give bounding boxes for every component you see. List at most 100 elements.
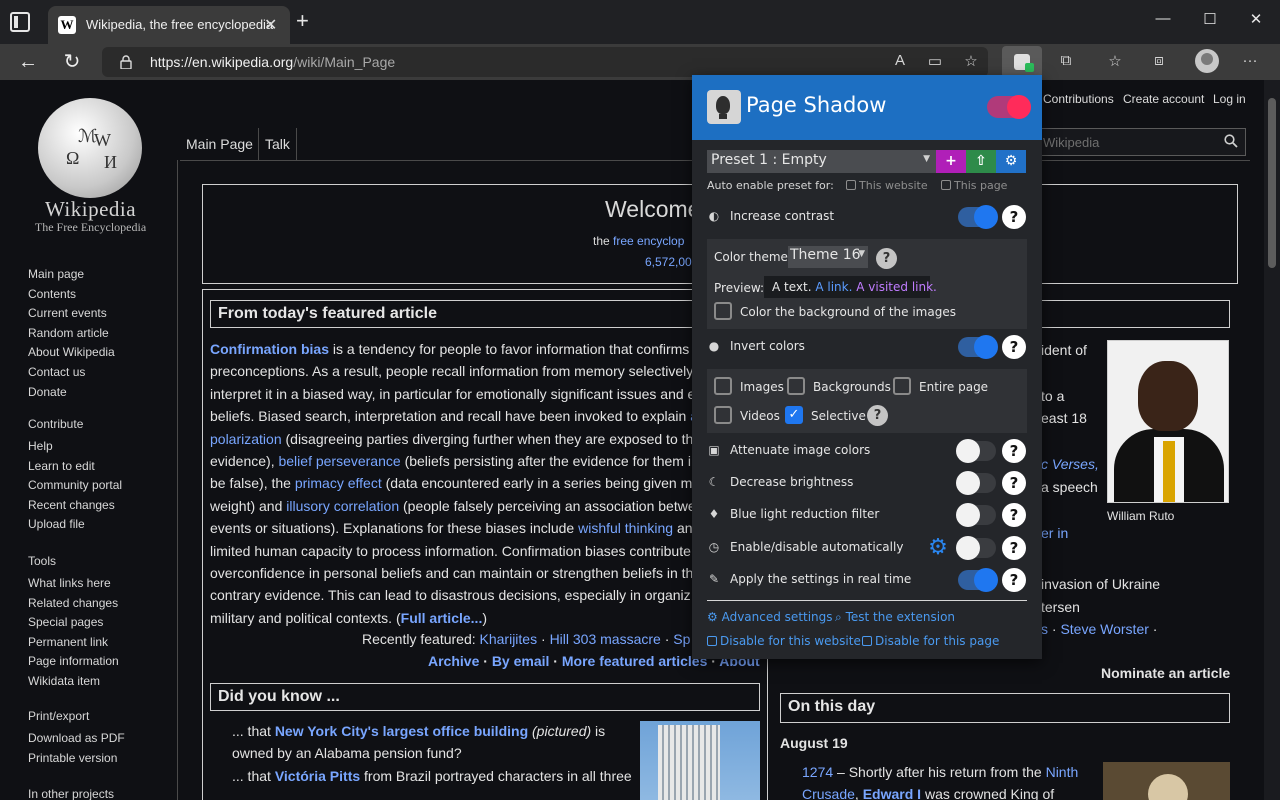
top-link-log-in[interactable]: Log in <box>1213 92 1246 106</box>
color-theme-select[interactable]: Theme 16 ▼ <box>788 246 868 268</box>
disable-page-link[interactable]: Disable for this page <box>862 634 999 648</box>
top-link-contributions[interactable]: Contributions <box>1043 92 1114 106</box>
tab-main-page[interactable]: Main Page <box>180 128 259 160</box>
edward-i-link[interactable]: Edward I <box>863 786 921 800</box>
master-enable-toggle[interactable] <box>987 95 1031 119</box>
more-featured-link[interactable]: More featured articles <box>562 653 708 669</box>
advanced-settings-link[interactable]: ⚙ Advanced settings <box>707 610 833 624</box>
new-tab-icon[interactable]: + <box>296 9 309 33</box>
tab-close-icon[interactable]: ✕ <box>264 15 277 35</box>
invert-colors-help-icon[interactable]: ? <box>1002 335 1026 359</box>
confirmation-bias-link[interactable]: Confirmation bias <box>210 341 329 357</box>
more-menu-icon[interactable]: ··· <box>1238 52 1262 69</box>
sidebar-link-upload-file[interactable]: Upload file <box>28 515 122 535</box>
by-email-link[interactable]: By email <box>492 653 550 669</box>
victoria-pitts-link[interactable]: Victória Pitts <box>275 768 360 784</box>
blue-light-toggle[interactable] <box>956 503 996 527</box>
invert-entire-page-checkbox[interactable] <box>893 377 911 395</box>
url-field[interactable]: https://en.wikipedia.org/wiki/Main_Page <box>102 47 988 77</box>
sidebar-link-page-information[interactable]: Page information <box>28 652 119 672</box>
sidebar-link-related-changes[interactable]: Related changes <box>28 594 119 614</box>
news-fragment-6-text[interactable]: er in <box>1041 525 1068 541</box>
extensions-icon[interactable]: ⧉ <box>1054 52 1078 69</box>
color-theme-help-icon[interactable]: ? <box>876 248 897 269</box>
disable-website-link[interactable]: Disable for this website <box>707 634 861 648</box>
on-this-day-image[interactable] <box>1103 762 1230 800</box>
minimize-icon[interactable]: — <box>1143 10 1183 27</box>
increase-contrast-toggle[interactable] <box>958 205 998 229</box>
scrollbar-thumb[interactable] <box>1268 98 1276 268</box>
nyc-office-building-link[interactable]: New York City's largest office building <box>275 723 528 739</box>
maximize-icon[interactable]: ☐ <box>1190 10 1230 28</box>
color-bg-images-checkbox[interactable] <box>714 302 732 320</box>
sidebar-link-learn-to-edit[interactable]: Learn to edit <box>28 457 122 477</box>
year-1274-link[interactable]: 1274 <box>802 764 833 780</box>
invert-images-checkbox[interactable] <box>714 377 732 395</box>
wiki-search-input[interactable]: Wikipedia <box>1030 128 1246 156</box>
sidebar-link-recent-changes[interactable]: Recent changes <box>28 496 122 516</box>
auto-enable-website-checkbox[interactable]: This website <box>846 179 928 192</box>
sidebar-link-donate[interactable]: Donate <box>28 383 115 403</box>
top-link-create-account[interactable]: Create account <box>1123 92 1204 106</box>
recent-link-hill-303[interactable]: Hill 303 massacre <box>550 631 661 647</box>
sidebar-link-main-page[interactable]: Main page <box>28 265 115 285</box>
sidebar-link-contents[interactable]: Contents <box>28 285 115 305</box>
steve-worster-link[interactable]: Steve Worster <box>1060 621 1148 637</box>
ninth-crusade-link[interactable]: Ninth <box>1046 764 1079 780</box>
sidebar-link-about[interactable]: About Wikipedia <box>28 343 115 363</box>
on-this-day-date-link[interactable]: August 19 <box>780 735 848 751</box>
sidebar-link-what-links-here[interactable]: What links here <box>28 574 119 594</box>
william-ruto-photo[interactable] <box>1107 340 1229 503</box>
favorites-icon[interactable]: ☆ <box>1103 52 1127 70</box>
crusade-link[interactable]: Crusade <box>802 786 855 800</box>
decrease-brightness-toggle[interactable] <box>956 471 996 495</box>
news-fragment-1[interactable]: ident of <box>1041 342 1087 358</box>
browser-tab[interactable]: W Wikipedia, the free encyclopedia ✕ <box>48 6 290 44</box>
add-favorite-icon[interactable]: ☆ <box>959 52 983 70</box>
realtime-toggle[interactable] <box>958 568 998 592</box>
polarization-link[interactable]: polarization <box>210 431 282 447</box>
preset-settings-button[interactable]: ⚙ <box>996 150 1026 173</box>
primacy-effect-link[interactable]: primacy effect <box>295 475 382 491</box>
close-window-icon[interactable]: ✕ <box>1236 10 1276 28</box>
news-fragment-4[interactable]: c Verses, <box>1041 456 1099 472</box>
read-aloud-icon[interactable]: A <box>888 52 912 69</box>
back-icon[interactable]: ← <box>14 50 42 74</box>
page-shadow-extension-icon[interactable] <box>1002 46 1042 78</box>
free-encyclopedia-link[interactable]: free encyclop <box>613 234 684 248</box>
selective-help-icon[interactable]: ? <box>867 405 888 426</box>
article-count[interactable]: 6,572,00 <box>645 255 692 269</box>
recent-link-sp[interactable]: Sp <box>673 631 690 647</box>
invert-colors-toggle[interactable] <box>958 335 998 359</box>
increase-contrast-help-icon[interactable]: ? <box>1002 205 1026 229</box>
sidebar-link-wikidata-item[interactable]: Wikidata item <box>28 672 119 692</box>
tab-actions-icon[interactable] <box>10 12 30 32</box>
auto-enable-settings-gear-icon[interactable]: ⚙ <box>926 536 950 560</box>
full-article-link[interactable]: Full article... <box>401 610 483 626</box>
blue-light-help-icon[interactable]: ? <box>1002 503 1026 527</box>
wishful-thinking-link[interactable]: wishful thinking <box>578 520 673 536</box>
search-icon[interactable] <box>1224 134 1238 148</box>
sidebar-link-permanent-link[interactable]: Permanent link <box>28 633 119 653</box>
attenuate-toggle[interactable] <box>956 439 996 463</box>
test-extension-link[interactable]: ⌕ Test the extension <box>835 610 955 625</box>
sidebar-link-community-portal[interactable]: Community portal <box>28 476 122 496</box>
nominate-article-link[interactable]: Nominate an article <box>1101 665 1230 681</box>
immersive-reader-icon[interactable]: ▭ <box>923 52 947 70</box>
sidebar-link-random-article[interactable]: Random article <box>28 324 115 344</box>
invert-selective-checkbox[interactable]: ✓ <box>785 406 803 424</box>
auto-enable-help-icon[interactable]: ? <box>1002 536 1026 560</box>
page-scrollbar[interactable] <box>1264 80 1280 800</box>
wikipedia-globe-logo[interactable]: ΩWИℳ <box>38 98 142 198</box>
auto-enable-page-checkbox[interactable]: This page <box>941 179 1007 192</box>
archive-link[interactable]: Archive <box>428 653 479 669</box>
recent-link-kharijites[interactable]: Kharijites <box>480 631 538 647</box>
tab-talk[interactable]: Talk <box>258 128 297 160</box>
invert-videos-checkbox[interactable] <box>714 406 732 424</box>
sidebar-link-printable-version[interactable]: Printable version <box>28 749 125 769</box>
add-preset-button[interactable]: + <box>936 150 966 173</box>
invert-backgrounds-checkbox[interactable] <box>787 377 805 395</box>
office-building-image[interactable] <box>640 721 760 800</box>
sidebar-link-contact[interactable]: Contact us <box>28 363 115 383</box>
news-fragment-9-text[interactable]: s <box>1041 621 1048 637</box>
